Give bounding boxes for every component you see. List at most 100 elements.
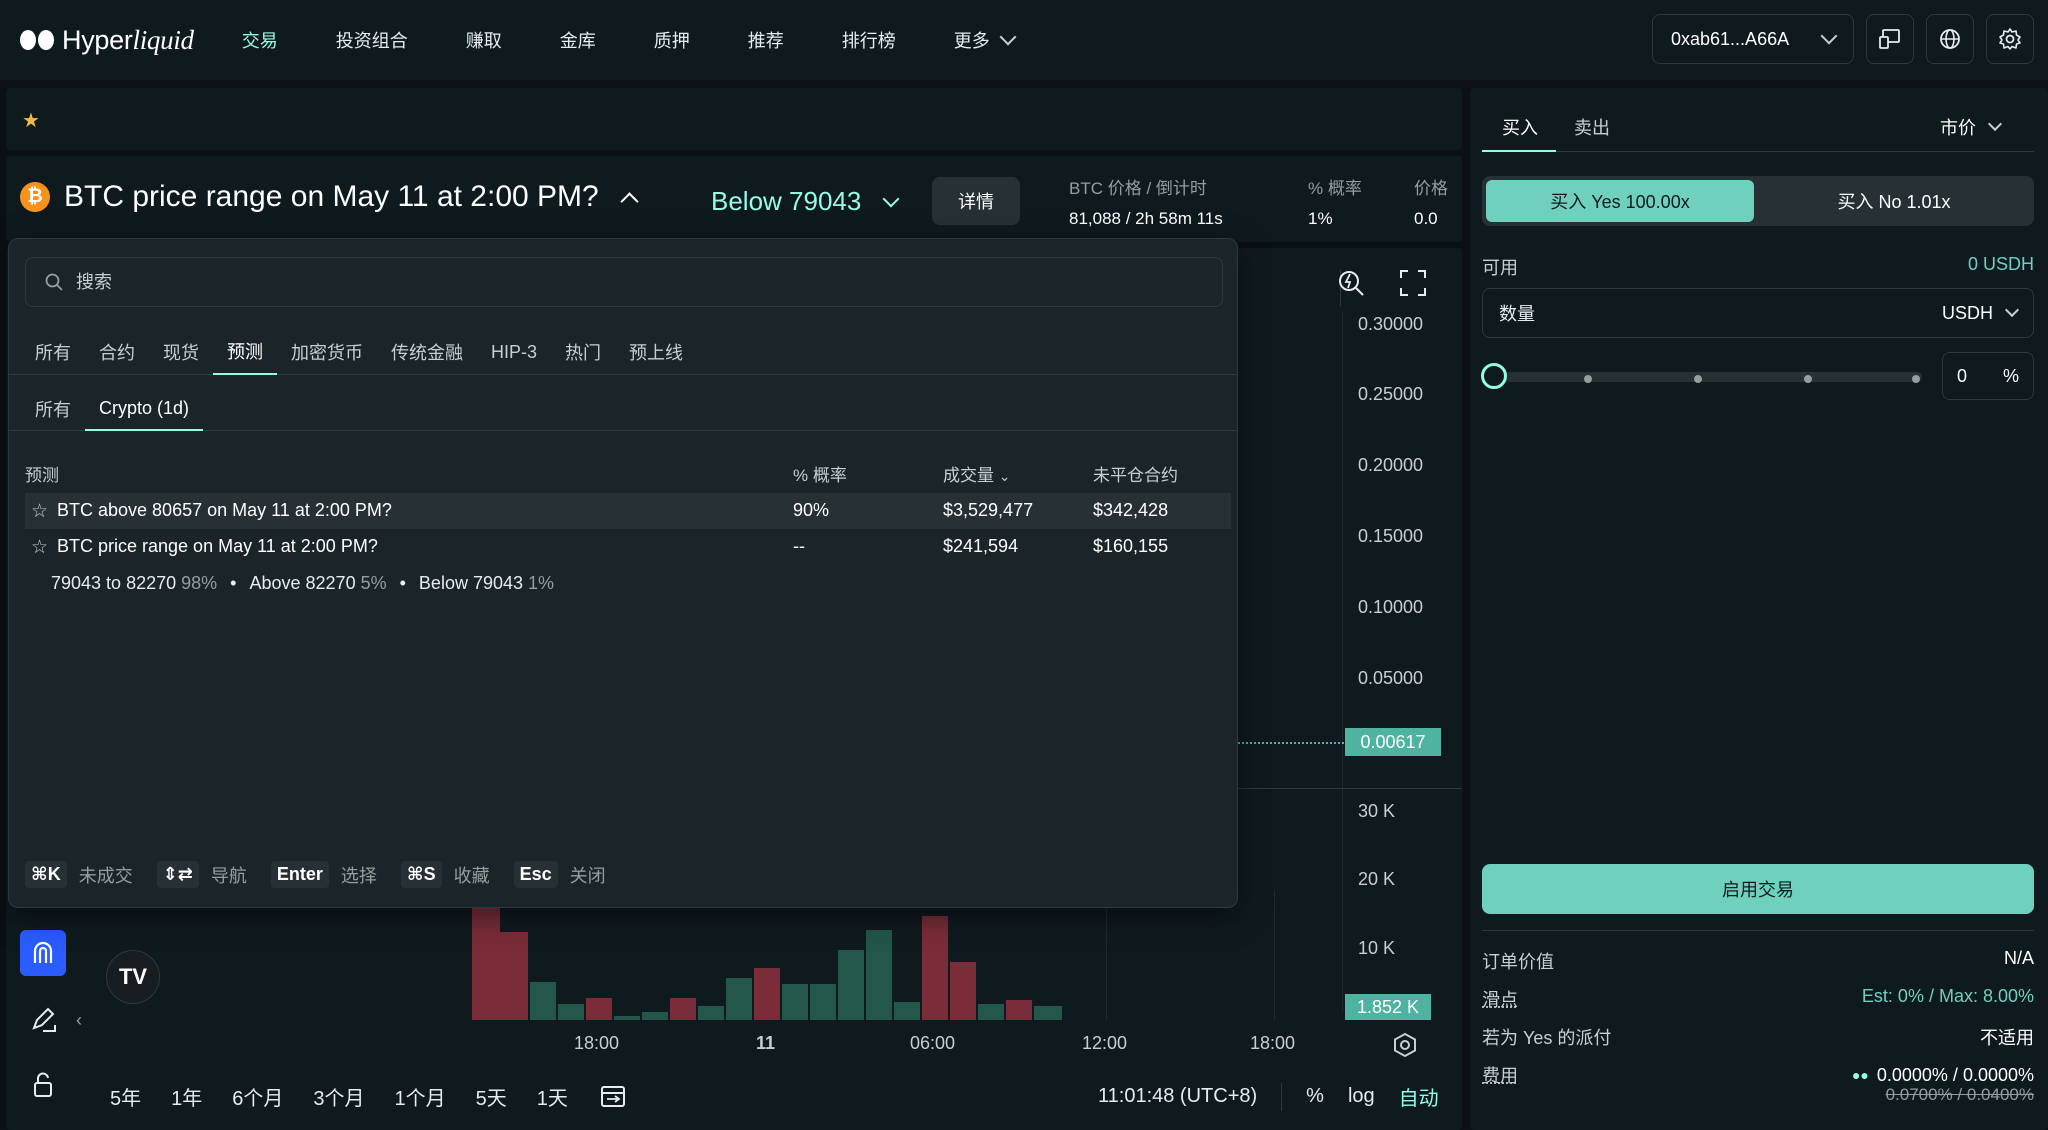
nav-item-vaults[interactable]: 金库 (560, 27, 596, 53)
timeframe-6m[interactable]: 6个月 (232, 1082, 283, 1111)
available-label: 可用 (1482, 258, 1518, 278)
tab-spot[interactable]: 现货 (149, 329, 213, 375)
nav-item-trade[interactable]: 交易 (242, 27, 278, 53)
prediction-name: BTC price range on May 11 at 2:00 PM? (57, 536, 378, 556)
keyboard-shortcuts: ⌘K 未成交 ⇕⇄ 导航 Enter 选择 ⌘S 收藏 Esc 关闭 (25, 861, 606, 888)
magnet-tool[interactable] (20, 930, 66, 976)
search-box[interactable] (25, 257, 1223, 307)
shortcut-desc: 关闭 (569, 865, 606, 886)
percent-input[interactable]: 0 % (1942, 352, 2034, 400)
indicator-search-icon[interactable] (1336, 268, 1366, 298)
outcome-item[interactable]: 79043 to 82270 98% (51, 573, 217, 594)
column-header-volume[interactable]: 成交量 ⌄ (943, 461, 1010, 486)
timeframe-3m[interactable]: 3个月 (313, 1082, 364, 1111)
volume-bar (810, 984, 836, 1020)
draw-tool[interactable] (20, 996, 66, 1042)
grid-line (1106, 890, 1107, 1020)
info-slippage[interactable]: 滑点 Est: 0% / Max: 8.00% (1482, 986, 2034, 1012)
search-input[interactable] (76, 271, 1176, 293)
column-header-open-interest[interactable]: 未平仓合约 (1093, 461, 1178, 486)
outcome-item[interactable]: Below 79043 1% (419, 573, 554, 594)
divider (1281, 1082, 1283, 1111)
outcome-label: Above 82270 (249, 573, 356, 593)
tab-perps[interactable]: 合约 (85, 329, 149, 375)
subtab-crypto-1d[interactable]: Crypto (1d) (85, 387, 204, 431)
axis-settings-icon[interactable] (1392, 1032, 1418, 1058)
info-value: N/A (2003, 948, 2034, 968)
device-button[interactable] (1866, 14, 1914, 64)
tradingview-logo[interactable]: TV (106, 950, 160, 1004)
outcome-selector[interactable]: Below 79043 (711, 186, 900, 217)
quantity-unit: USDH (1941, 302, 1993, 323)
timeframe-1y[interactable]: 1年 (171, 1082, 202, 1111)
favorite-star-icon[interactable]: ☆ (31, 500, 48, 523)
market-selector[interactable]: ₿ BTC price range on May 11 at 2:00 PM? (20, 180, 639, 214)
enable-trading-button[interactable]: 启用交易 (1482, 864, 2034, 914)
column-header-probability[interactable]: % 概率 (793, 461, 847, 486)
pane-separator[interactable] (1238, 788, 1462, 789)
info-order-value: 订单价值 N/A (1482, 948, 2034, 974)
tab-pre-launch[interactable]: 预上线 (615, 329, 697, 375)
nav-item-staking[interactable]: 质押 (654, 27, 690, 53)
nav-item-portfolio[interactable]: 投资组合 (336, 27, 408, 53)
size-slider[interactable] (1482, 372, 1922, 383)
tab-predictions[interactable]: 预测 (213, 329, 277, 375)
nav-item-more[interactable]: 更多 (954, 27, 1017, 53)
lock-tool[interactable] (20, 1062, 66, 1108)
prediction-volume: $3,529,477 (943, 500, 1034, 520)
nav-item-leaderboard[interactable]: 排行榜 (842, 27, 896, 53)
settings-button[interactable] (1986, 14, 2034, 64)
fullscreen-icon[interactable] (1398, 268, 1428, 298)
tab-sell[interactable]: 卖出 (1574, 114, 1610, 140)
auto-scale-toggle[interactable]: 自动 (1399, 1082, 1439, 1111)
quantity-field[interactable]: 数量 USDH (1482, 288, 2034, 338)
order-type-select[interactable]: 市价 (1940, 114, 2003, 140)
tab-buy[interactable]: 买入 (1502, 114, 1538, 140)
details-button[interactable]: 详情 (932, 177, 1020, 225)
prediction-open-interest: $342,428 (1093, 500, 1169, 520)
percent-scale-toggle[interactable]: % (1306, 1085, 1324, 1108)
last-price-line (1238, 742, 1344, 744)
slider-tick (1584, 375, 1592, 383)
language-button[interactable] (1926, 14, 1974, 64)
chart-time[interactable]: 11:01:48 (UTC+8) (1098, 1085, 1257, 1108)
chevron-down-icon (999, 28, 1017, 46)
timeframe-5d[interactable]: 5天 (476, 1082, 507, 1111)
buy-no-button[interactable]: 买入 No 1.01x (1758, 180, 2030, 222)
outcome-item[interactable]: Above 82270 5% (249, 573, 386, 594)
tab-crypto[interactable]: 加密货币 (277, 329, 377, 375)
tab-tradfi[interactable]: 传统金融 (377, 329, 477, 375)
timeframe-1d[interactable]: 1天 (537, 1082, 568, 1111)
logo-text: Hyperliquid (62, 24, 194, 55)
nav-item-earn[interactable]: 赚取 (466, 27, 502, 53)
date-range-icon[interactable] (598, 1082, 628, 1110)
wallet-button[interactable]: 0xab61...A66A (1652, 14, 1854, 64)
chevron-down-icon (1987, 116, 2003, 132)
nav-item-referrals[interactable]: 推荐 (748, 27, 784, 53)
prediction-probability: 90% (793, 500, 830, 520)
logo[interactable]: Hyperliquid (20, 25, 194, 56)
favorite-star-icon[interactable]: ☆ (31, 536, 48, 559)
subtab-all[interactable]: 所有 (21, 387, 85, 431)
table-row[interactable]: ☆ BTC price range on May 11 at 2:00 PM? … (25, 529, 1231, 565)
table-row[interactable]: ☆ BTC above 80657 on May 11 at 2:00 PM? … (25, 493, 1231, 529)
tab-all[interactable]: 所有 (21, 329, 85, 375)
slider-handle[interactable] (1481, 363, 1507, 389)
collapse-toolbar-icon[interactable]: ‹ (76, 1010, 82, 1031)
timeframe-1m[interactable]: 1个月 (395, 1082, 446, 1111)
volume-bar (866, 930, 892, 1020)
column-header-prediction[interactable]: 预测 (25, 461, 59, 486)
volume-bar (726, 978, 752, 1020)
quantity-unit-select[interactable]: USDH (1941, 302, 2020, 324)
buy-yes-button[interactable]: 买入 Yes 100.00x (1486, 180, 1754, 222)
chevron-down-icon (2004, 302, 2020, 318)
timeframe-5y[interactable]: 5年 (110, 1082, 141, 1111)
tab-hip3[interactable]: HIP-3 (477, 329, 551, 375)
info-label: 滑点 (1482, 990, 1518, 1010)
bullet-separator: • (225, 573, 242, 593)
tab-trending[interactable]: 热门 (551, 329, 615, 375)
log-scale-toggle[interactable]: log (1348, 1085, 1375, 1108)
order-type-label: 市价 (1940, 118, 1976, 138)
volume-bar (754, 968, 780, 1020)
favorites-star-icon[interactable]: ★ (22, 108, 40, 133)
